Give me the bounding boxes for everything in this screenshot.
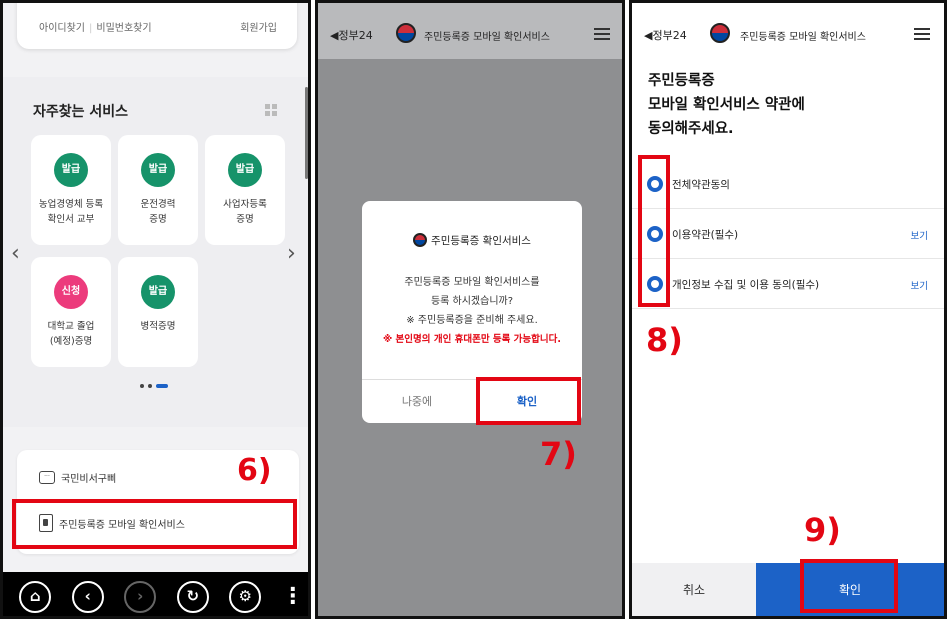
app-header: ◀정부24 주민등록증 모바일 확인서비스 [632,3,944,59]
gear-icon[interactable]: ⚙ [229,581,262,613]
menu-icon[interactable] [914,28,930,40]
step-label: 8) [646,321,683,359]
header-title: 주민등록증 모바일 확인서비스 [424,32,550,43]
dialog-line: 주민등록증 모바일 확인서비스를 [404,277,540,288]
privacy-consent-row[interactable]: 개인정보 수집 및 이용 동의(필수) 보기 [632,259,944,309]
service-tile[interactable]: 발급 사업자등록 증명 [205,135,285,245]
service-tile-label: 운전경력 증명 [140,199,176,225]
issue-badge: 발급 [141,275,175,309]
grid-view-icon[interactable] [265,104,277,116]
header-title: 주민등록증 모바일 확인서비스 [740,32,866,43]
title-line: 모바일 확인서비스 약관에 [648,97,805,113]
favorite-services-title: 자주찾는 서비스 [33,104,129,120]
service-tile-label: 농업경영체 등록 확인서 교부 [38,199,104,225]
service-tile-label: 병적증명 [140,321,176,332]
login-card: 아이디찾기 | 비밀번호찾기 회원가입 [17,3,297,49]
dialog-line: ※ 주민등록증을 준비해 주세요. [406,315,538,326]
view-privacy-link[interactable]: 보기 [911,278,928,292]
more-icon[interactable]: ⋮ [282,586,304,608]
tutorial-canvas: 아이디찾기 | 비밀번호찾기 회원가입 자주찾는 서비스 발급 농업경영체 등록 확… [0,0,947,619]
signup-link[interactable]: 회원가입 [240,19,277,34]
later-button[interactable]: 나중에 [362,393,472,409]
back-to-gov24-link[interactable]: ◀정부24 [644,27,687,43]
chatbot-label: 국민비서구삐 [61,474,117,485]
government-logo-icon [710,23,730,43]
dialog-title: 주민등록증 확인서비스 [362,233,582,248]
find-id-link[interactable]: 아이디찾기 [39,23,85,34]
step-label: 7) [540,435,577,473]
dialog-warning: ※ 본인명의 개인 휴대폰만 등록 가능합니다. [383,334,561,345]
scrollbar[interactable] [305,87,308,179]
government-logo-icon [396,23,416,43]
home-icon[interactable]: ⌂ [19,581,52,613]
service-tile[interactable]: 발급 농업경영체 등록 확인서 교부 [31,135,111,245]
page-title: 주민등록증 모바일 확인서비스 약관에 동의해주세요. [648,69,805,141]
terms-of-use-label: 이용약관(필수) [672,229,739,241]
carousel-pagination[interactable] [140,384,168,388]
terms-of-use-row[interactable]: 이용약관(필수) 보기 [632,209,944,259]
step-label: 6) [237,453,272,488]
view-terms-link[interactable]: 보기 [911,228,928,242]
highlight-box [476,377,581,425]
highlight-box [12,499,297,549]
find-password-link[interactable]: 비밀번호찾기 [96,23,151,34]
issue-badge: 발급 [54,153,88,187]
bottom-navigation-bar: ⌂ ‹ › ↻ ⚙ ⋮ [3,572,308,616]
dialog-title-text: 주민등록증 확인서비스 [431,235,531,247]
chevron-left-icon[interactable]: ‹ [11,241,20,266]
privacy-consent-label: 개인정보 수집 및 이용 동의(필수) [672,279,820,291]
dialog-message: 주민등록증 모바일 확인서비스를 등록 하시겠습니까? ※ 주민등록증을 준비해… [362,273,582,349]
app-header: ◀정부24 주민등록증 모바일 확인서비스 [318,3,622,59]
menu-icon[interactable] [594,28,610,40]
cancel-button[interactable]: 취소 [632,563,756,616]
title-line: 동의해주세요. [648,121,734,137]
issue-badge: 발급 [141,153,175,187]
screen-terms-agreement: ◀정부24 주민등록증 모바일 확인서비스 주민등록증 모바일 확인서비스 약관… [629,0,947,619]
agree-all-row[interactable]: 전체약관동의 [632,159,944,209]
screen-register-dialog: ◀정부24 주민등록증 모바일 확인서비스 주민등록증 확인서비스 주민등록증 … [315,0,625,619]
service-tile-label: 대학교 졸업 (예정)증명 [47,321,95,347]
dialog-line: 등록 하시겠습니까? [430,296,514,307]
step-label: 9) [804,511,841,549]
back-icon[interactable]: ‹ [71,581,104,613]
service-tile[interactable]: 신청 대학교 졸업 (예정)증명 [31,257,111,367]
service-tile[interactable]: 발급 운전경력 증명 [118,135,198,245]
highlight-box [800,559,898,613]
service-tile-label: 사업자등록 증명 [223,199,267,225]
screen-home: 아이디찾기 | 비밀번호찾기 회원가입 자주찾는 서비스 발급 농업경영체 등록 확… [0,0,311,619]
highlight-box [638,155,670,307]
agree-all-label: 전체약관동의 [672,179,730,191]
issue-badge: 발급 [228,153,262,187]
apply-badge: 신청 [54,275,88,309]
refresh-icon[interactable]: ↻ [176,581,209,613]
government-logo-icon [413,233,428,247]
chevron-right-icon[interactable]: › [287,241,296,266]
forward-icon[interactable]: › [124,581,157,613]
service-tile[interactable]: 발급 병적증명 [118,257,198,367]
chatbot-menu-item[interactable]: ··· 국민비서구삐 [39,470,116,485]
chat-icon: ··· [39,471,55,484]
back-to-gov24-link[interactable]: ◀정부24 [330,27,373,43]
title-line: 주민등록증 [648,73,715,89]
login-links: 아이디찾기 | 비밀번호찾기 [39,23,152,34]
favorite-services: 자주찾는 서비스 발급 농업경영체 등록 확인서 교부 발급 운전경력 증명 발… [3,77,308,427]
